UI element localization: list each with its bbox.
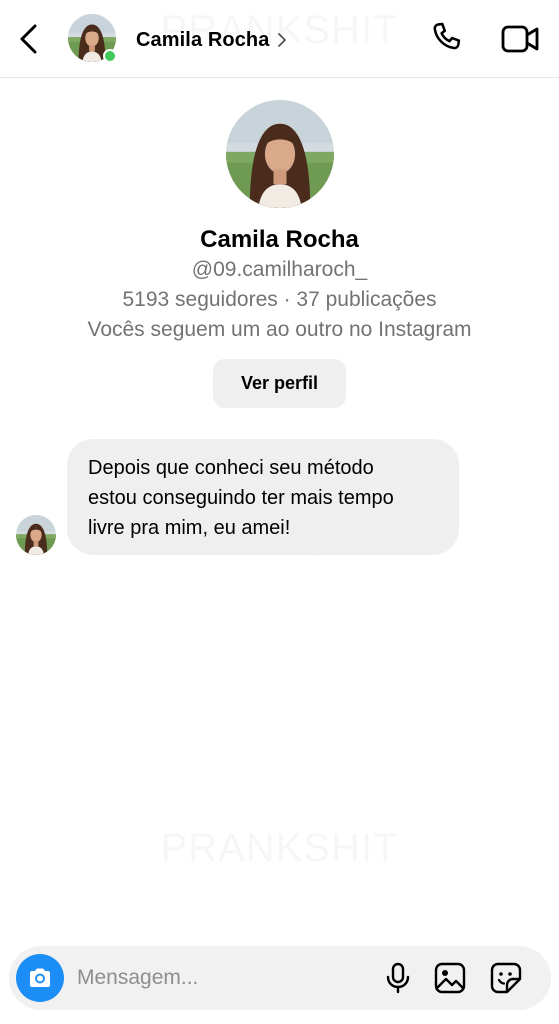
chat-header: Camila Rocha [0,0,559,78]
profile-handle: @09.camilharoch_ [191,258,368,281]
chevron-left-icon [20,24,37,54]
contact-name: Camila Rocha [136,28,270,51]
view-profile-button[interactable]: Ver perfil [213,359,346,408]
sticker-icon [490,962,522,994]
message-sender-avatar[interactable] [16,515,56,555]
video-call-button[interactable] [500,22,540,56]
message-text-line: Depois que conheci seu método [88,457,374,479]
back-button[interactable] [14,22,44,56]
watermark: PRANKSHIT [0,826,559,871]
message-input[interactable] [77,958,357,998]
contact-name-link[interactable]: Camila Rocha [136,26,287,54]
message-text-line: estou conseguindo ter mais tempo [88,487,394,509]
image-icon [434,962,466,994]
profile-name: Camila Rocha [200,226,359,253]
profile-stats: 5193 seguidores · 37 publicações [122,288,437,311]
video-camera-icon [501,25,539,53]
camera-icon [30,968,50,987]
microphone-icon [386,962,410,994]
sticker-button[interactable] [489,961,523,995]
chevron-right-icon [278,33,287,47]
profile-avatar[interactable] [226,100,334,208]
gallery-button[interactable] [433,961,467,995]
voice-message-button[interactable] [383,961,413,995]
phone-icon [433,22,461,50]
message-text-line: livre pra mim, eu amei! [88,517,291,539]
mutual-follow-note: Vocês seguem um ao outro no Instagram [87,318,472,341]
online-status-dot [103,49,117,63]
message-composer [9,946,551,1010]
header-avatar[interactable] [68,14,117,63]
voice-call-button[interactable] [428,20,466,58]
camera-button[interactable] [16,954,64,1002]
message-bubble[interactable]: Depois que conheci seu método estou cons… [67,439,459,555]
